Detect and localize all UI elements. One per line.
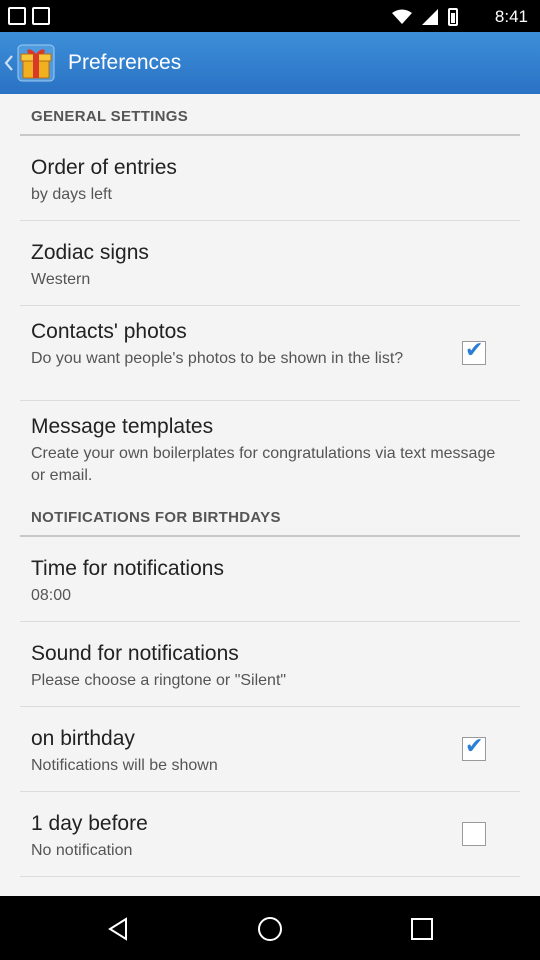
pref-summary: Create your own boilerplates for congrat… — [31, 445, 496, 484]
pref-summary: Please choose a ringtone or "Silent" — [31, 672, 287, 689]
status-bar: 8:41 — [0, 0, 540, 32]
status-time: 8:41 — [494, 7, 528, 26]
pref-contacts-photos[interactable]: Contacts' photos Do you want people's ph… — [20, 306, 520, 401]
pref-title: 1 day before — [31, 812, 148, 835]
section-header-notifications: NOTIFICATIONS FOR BIRTHDAYS — [20, 497, 520, 537]
pref-title: Zodiac signs — [31, 241, 149, 264]
pref-title: Order of entries — [31, 156, 177, 179]
1-day-before-checkbox[interactable] — [462, 822, 486, 846]
pref-summary: No notification — [31, 842, 133, 859]
pref-title: Message templates — [31, 415, 214, 438]
status-icons — [392, 8, 458, 26]
signal-icon — [422, 9, 438, 25]
pref-1-day-before[interactable]: 1 day before No notification — [20, 792, 520, 877]
home-circle-icon[interactable] — [257, 916, 283, 942]
pref-summary: Notifications will be shown — [31, 757, 218, 774]
wifi-icon — [392, 9, 412, 24]
on-birthday-checkbox[interactable]: ✔ — [462, 733, 486, 761]
back-triangle-icon[interactable] — [105, 916, 131, 942]
page-title: Preferences — [68, 51, 182, 74]
preferences-list[interactable]: GENERAL SETTINGS Order of entries by day… — [0, 94, 540, 896]
pref-title: Sound for notifications — [31, 642, 239, 665]
notification-icon — [8, 7, 26, 25]
checkmark-icon: ✔ — [465, 733, 484, 758]
battery-icon — [448, 8, 458, 26]
pref-summary: 08:00 — [31, 587, 72, 604]
pref-title: Contacts' photos — [31, 320, 187, 343]
contacts-photos-checkbox[interactable]: ✔ — [462, 337, 486, 365]
section-header-general: GENERAL SETTINGS — [20, 96, 520, 136]
pref-zodiac-signs[interactable]: Zodiac signs Western — [20, 221, 520, 306]
pref-order-of-entries[interactable]: Order of entries by days left — [20, 136, 520, 221]
pref-on-birthday[interactable]: on birthday Notifications will be shown … — [20, 707, 520, 792]
checkmark-icon: ✔ — [465, 337, 484, 362]
action-bar: Preferences — [0, 32, 540, 94]
pref-summary: Do you want people's photos to be shown … — [31, 350, 404, 367]
pref-message-templates[interactable]: Message templates Create your own boiler… — [20, 401, 520, 503]
pref-title: on birthday — [31, 727, 135, 750]
pref-summary: by days left — [31, 186, 112, 203]
pref-sound-for-notifications[interactable]: Sound for notifications Please choose a … — [20, 622, 520, 707]
pref-summary: Western — [31, 271, 91, 288]
recents-square-icon[interactable] — [409, 916, 435, 942]
section-title: GENERAL SETTINGS — [31, 108, 189, 125]
section-title: NOTIFICATIONS FOR BIRTHDAYS — [31, 509, 281, 526]
navigation-bar — [0, 896, 540, 960]
notification-icon — [32, 7, 50, 25]
pref-time-for-notifications[interactable]: Time for notifications 08:00 — [20, 537, 520, 622]
gift-icon[interactable] — [16, 43, 56, 83]
pref-title: Time for notifications — [31, 557, 224, 580]
chevron-left-icon[interactable] — [2, 32, 16, 94]
notification-icons — [8, 7, 50, 25]
